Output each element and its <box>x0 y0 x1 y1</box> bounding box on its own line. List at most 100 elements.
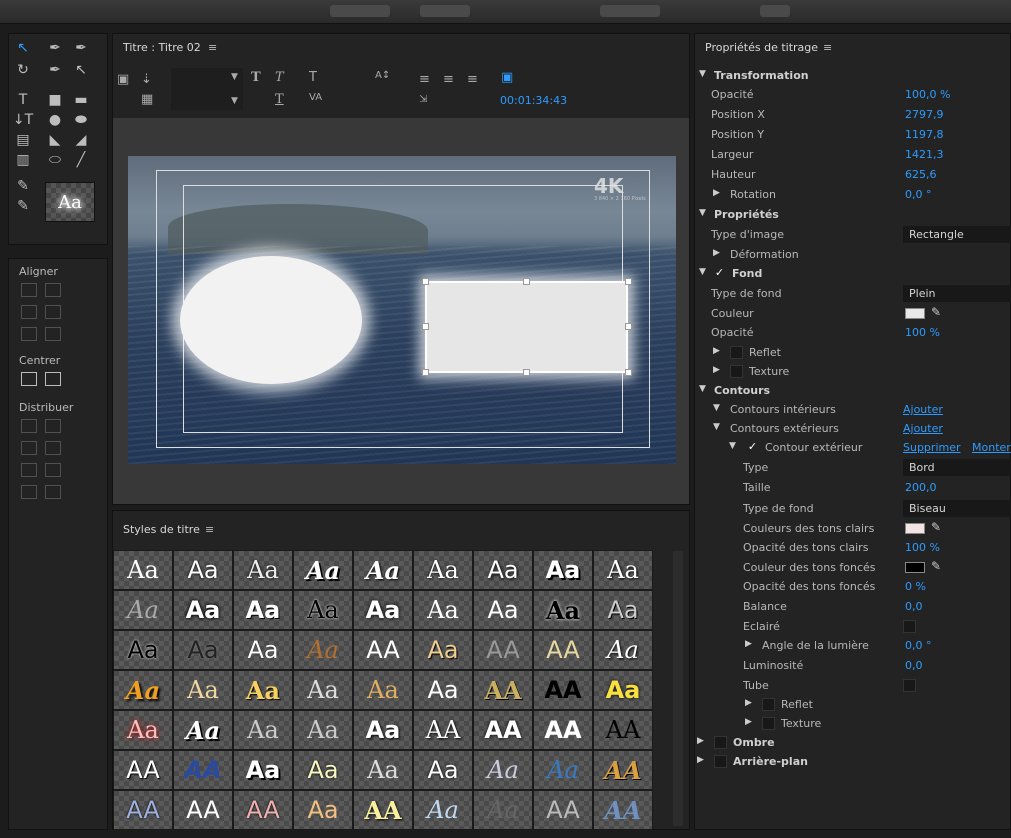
style-swatch[interactable]: AA <box>473 670 533 710</box>
resize-handle-t[interactable] <box>523 278 530 285</box>
distribute-top-icon[interactable] <box>45 419 61 433</box>
align-right-icon[interactable] <box>21 327 37 341</box>
resize-handle-tr[interactable] <box>625 278 632 285</box>
style-swatch[interactable]: Aa <box>173 710 233 750</box>
clipped-rectangle-tool-icon[interactable]: ● <box>45 110 65 130</box>
italic-icon[interactable]: T <box>275 70 284 85</box>
font-size-icon[interactable]: T <box>309 70 317 85</box>
align-top-icon[interactable] <box>45 283 61 297</box>
style-swatch[interactable]: Aa <box>353 750 413 790</box>
style-swatch[interactable]: AA <box>113 790 173 830</box>
distribute-center-h-icon[interactable] <box>21 441 37 455</box>
stroke-texture-checkbox[interactable] <box>762 717 775 730</box>
style-swatch[interactable]: Aa <box>413 790 473 830</box>
rectangle-tool-icon[interactable]: ■ <box>45 90 65 110</box>
width-value[interactable]: 1421,3 <box>905 148 944 161</box>
section-shadow[interactable]: ▶ Ombre <box>695 733 1011 753</box>
style-swatch[interactable]: Aa <box>593 550 653 590</box>
fill-opacity-value[interactable]: 100 % <box>905 326 940 339</box>
rounded-corner-tool-icon[interactable]: ⬬ <box>71 110 91 130</box>
stroke-type-dropdown[interactable]: Bord <box>903 459 1011 476</box>
style-swatch[interactable]: Aa <box>473 550 533 590</box>
reflet-checkbox[interactable] <box>730 346 743 359</box>
styles-tab[interactable]: Styles de titre <box>123 523 200 536</box>
style-swatch[interactable]: AA <box>533 670 593 710</box>
line-tool-icon[interactable]: ╱ <box>71 150 91 170</box>
style-swatch[interactable]: Aa <box>353 710 413 750</box>
add-outer-stroke-link[interactable]: Ajouter <box>903 422 943 435</box>
convert-anchor-tool-icon[interactable]: ↖ <box>71 60 91 80</box>
arc-tool-icon[interactable]: ◢ <box>71 130 91 150</box>
align-left-icon[interactable] <box>21 283 37 297</box>
style-swatch[interactable]: Aa <box>353 590 413 630</box>
resize-handle-tl[interactable] <box>422 278 429 285</box>
style-swatch[interactable]: Aa <box>293 790 353 830</box>
lit-checkbox[interactable] <box>903 620 916 633</box>
fill-checkbox[interactable]: ✓ <box>713 267 726 280</box>
texture-checkbox[interactable] <box>730 365 743 378</box>
eyedropper-icon[interactable]: ✎ <box>931 520 941 534</box>
rotation-tool-icon[interactable]: ↻ <box>13 60 33 80</box>
distribute-bottom-icon[interactable] <box>45 463 61 477</box>
style-swatch[interactable]: AA <box>473 630 533 670</box>
style-swatch[interactable]: Aa <box>533 590 593 630</box>
style-swatch[interactable]: Aa <box>113 550 173 590</box>
style-swatch[interactable]: Aa <box>293 710 353 750</box>
show-background-video-icon[interactable]: ▣ <box>501 70 513 85</box>
style-swatch[interactable]: AA <box>473 710 533 750</box>
ellipse-shape[interactable] <box>180 256 362 384</box>
title-canvas[interactable]: 4K 3 840 × 2 160 Pixels <box>128 156 676 464</box>
style-swatch[interactable]: Aa <box>413 670 473 710</box>
dark-opacity-value[interactable]: 0 % <box>905 580 926 593</box>
image-type-dropdown[interactable]: Rectangle <box>903 226 1011 243</box>
section-transformation[interactable]: ▼ Transformation <box>695 66 1011 86</box>
dark-color-swatch[interactable] <box>905 562 925 573</box>
eyedropper-icon[interactable]: ✎ <box>931 559 941 573</box>
leading-icon[interactable]: A↕ <box>375 70 390 81</box>
section-properties[interactable]: ▼ Propriétés <box>695 205 1011 225</box>
distribute-spacing-v-icon[interactable] <box>45 485 61 499</box>
styles-panel-menu-icon[interactable]: ≡ <box>205 523 214 536</box>
area-type-tool-icon[interactable]: ▤ <box>13 130 33 150</box>
roll-crawl-options-icon[interactable]: ⇣ <box>141 72 152 87</box>
resize-handle-br[interactable] <box>625 369 632 376</box>
style-swatch[interactable]: Aa <box>233 670 293 710</box>
style-swatch[interactable]: Aa <box>233 630 293 670</box>
style-swatch[interactable]: Aa <box>113 670 173 710</box>
style-swatch[interactable]: Aa <box>533 750 593 790</box>
pen-plus-tool-icon[interactable]: ✒ <box>71 38 91 58</box>
pen-tool-icon[interactable]: ✒ <box>45 38 65 58</box>
resize-handle-b[interactable] <box>523 369 530 376</box>
background-checkbox[interactable] <box>714 755 727 768</box>
pen-minus-tool-icon[interactable]: ✒ <box>45 60 65 80</box>
tube-checkbox[interactable] <box>903 679 916 692</box>
light-angle-value[interactable]: 0,0 ° <box>905 639 932 652</box>
height-value[interactable]: 625,6 <box>905 168 937 181</box>
distribute-center-v-icon[interactable] <box>45 441 61 455</box>
style-swatch[interactable]: Aa <box>173 670 233 710</box>
section-strokes[interactable]: ▼ Contours <box>695 381 1011 401</box>
style-swatch[interactable]: AA <box>113 750 173 790</box>
style-swatch[interactable]: Aa <box>413 590 473 630</box>
properties-menu-icon[interactable]: ≡ <box>823 41 832 54</box>
style-swatch[interactable]: AA <box>593 790 653 830</box>
style-swatch[interactable]: Aa <box>113 630 173 670</box>
fill-color-swatch[interactable] <box>905 308 925 319</box>
style-swatch[interactable]: Aa <box>533 550 593 590</box>
style-swatch[interactable]: AA <box>353 630 413 670</box>
stroke-fill-type-dropdown[interactable]: Biseau <box>903 500 1011 517</box>
properties-tab[interactable]: Propriétés de titrage <box>705 41 818 54</box>
distribute-left-icon[interactable] <box>21 419 37 433</box>
style-swatch[interactable]: AA <box>593 710 653 750</box>
style-swatch[interactable]: AA <box>413 710 473 750</box>
templates-icon[interactable]: ▦ <box>141 92 153 107</box>
style-swatch[interactable]: Aa <box>293 590 353 630</box>
align-right-text-icon[interactable]: ≡ <box>467 72 478 87</box>
resize-handle-bl[interactable] <box>422 369 429 376</box>
style-swatch[interactable]: Aa <box>473 790 533 830</box>
style-swatch[interactable]: Aa <box>293 670 353 710</box>
selection-tool-icon[interactable]: ↖ <box>13 38 33 58</box>
rounded-rectangle-tool-icon[interactable]: ▬ <box>71 90 91 110</box>
style-swatch[interactable]: Aa <box>293 750 353 790</box>
luminosity-value[interactable]: 0,0 <box>905 659 923 672</box>
